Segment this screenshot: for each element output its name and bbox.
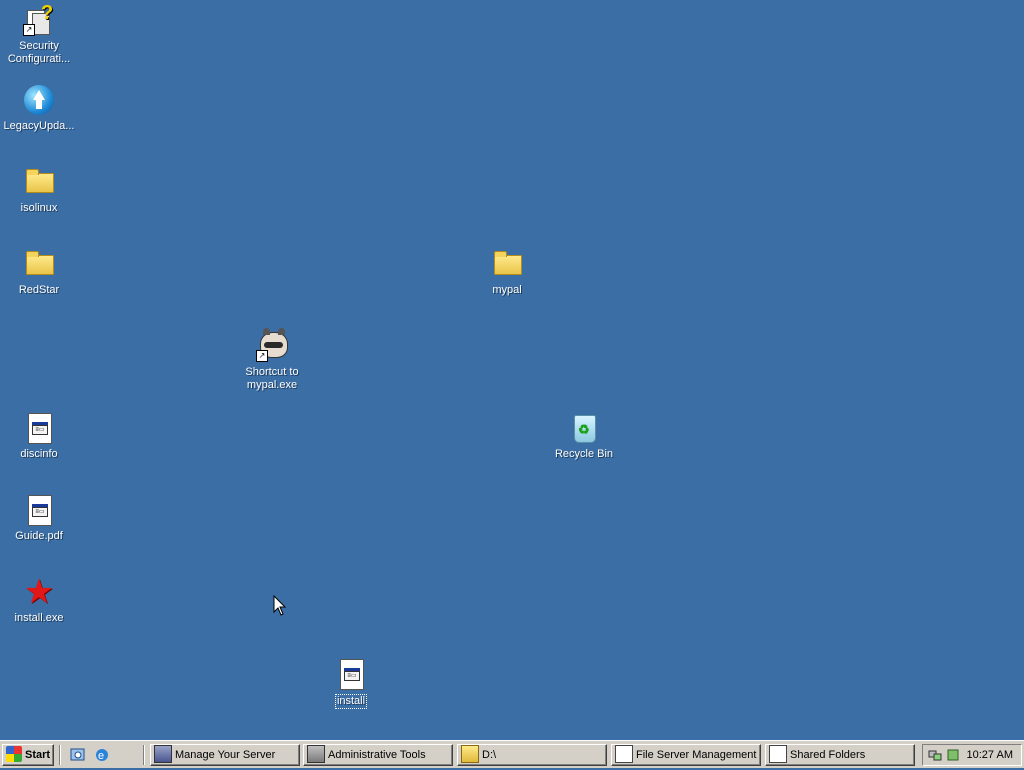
- taskbar-button-label: D:\: [482, 749, 497, 761]
- desktop-icon-label: install.exe: [14, 612, 64, 624]
- svg-text:e: e: [98, 750, 104, 762]
- folder-icon: [23, 248, 55, 280]
- desktop-icon-install-exe[interactable]: ★ install.exe: [1, 573, 77, 625]
- taskbar-button-label: Manage Your Server: [175, 749, 276, 761]
- system-tray: 10:27 AM: [922, 744, 1022, 766]
- document-icon: ≡▭: [335, 658, 367, 690]
- start-label: Start: [25, 749, 51, 761]
- desktop-icon-label: Guide.pdf: [15, 530, 63, 542]
- desktop-icon-label: isolinux: [20, 202, 58, 214]
- folder-icon: [461, 745, 479, 764]
- security-config-icon: ? ↗: [23, 2, 55, 36]
- taskbar-separator: [143, 745, 145, 765]
- raccoon-icon: ↗: [256, 328, 288, 362]
- server-icon: [154, 745, 172, 764]
- document-icon: ≡▭: [23, 494, 55, 526]
- desktop-icon-label: LegacyUpda...: [3, 120, 75, 132]
- taskbar-button-d-drive[interactable]: D:\: [457, 744, 607, 766]
- desktop-icon-label: RedStar: [18, 284, 60, 296]
- taskbar-button-label: File Server Management: [636, 749, 757, 761]
- desktop-icon-label: install: [334, 694, 368, 709]
- taskbar-button-manage-your-server[interactable]: Manage Your Server: [150, 744, 300, 766]
- desktop-icon-isolinux[interactable]: isolinux: [1, 166, 77, 215]
- desktop-icon-label: mypal: [492, 284, 522, 296]
- taskbar-separator: [59, 745, 61, 765]
- desktop-icon-install[interactable]: ≡▭ install: [313, 658, 389, 709]
- desktop-icon-label: Shortcut to mypal.exe: [245, 366, 299, 391]
- desktop-icon-redstar[interactable]: RedStar: [1, 248, 77, 297]
- desktop-icon-mypal-shortcut[interactable]: ↗ Shortcut to mypal.exe: [234, 328, 310, 392]
- shared-folders-icon: [769, 745, 787, 764]
- quicklaunch-desktop-icon[interactable]: [69, 746, 87, 764]
- globe-update-icon: [23, 84, 55, 116]
- star-icon: ★: [23, 573, 55, 611]
- security-tray-icon[interactable]: [945, 747, 961, 763]
- taskbar-button-administrative-tools[interactable]: Administrative Tools: [303, 744, 453, 766]
- folder-icon: [491, 248, 523, 280]
- recycle-bin-icon: ♻: [568, 412, 600, 444]
- taskbar-button-label: Administrative Tools: [328, 749, 426, 761]
- desktop-icon-legacy-update[interactable]: LegacyUpda...: [1, 84, 77, 133]
- desktop-icon-label: discinfo: [20, 448, 58, 460]
- desktop-icon-recycle-bin[interactable]: ♻ Recycle Bin: [546, 412, 622, 461]
- network-tray-icon[interactable]: [927, 747, 943, 763]
- desktop-icon-discinfo[interactable]: ≡▭ discinfo: [1, 412, 77, 461]
- taskbar-button-file-server-management[interactable]: File Server Management: [611, 744, 761, 766]
- windows-logo-icon: [6, 746, 22, 763]
- desktop[interactable]: ? ↗ Security Configurati... LegacyUpda..…: [0, 0, 1024, 740]
- quicklaunch-internet-explorer-icon[interactable]: e: [93, 746, 111, 764]
- clock[interactable]: 10:27 AM: [967, 745, 1013, 765]
- desktop-icon-mypal-folder[interactable]: mypal: [469, 248, 545, 297]
- document-icon: ≡▭: [23, 412, 55, 444]
- admin-tools-icon: [307, 745, 325, 764]
- taskbar-button-label: Shared Folders: [790, 749, 866, 761]
- file-server-icon: [615, 745, 633, 764]
- desktop-icon-label: Recycle Bin: [554, 448, 614, 460]
- taskbar-button-shared-folders[interactable]: Shared Folders: [765, 744, 915, 766]
- desktop-icon-guide-pdf[interactable]: ≡▭ Guide.pdf: [1, 494, 77, 543]
- folder-icon: [23, 166, 55, 198]
- taskbar: Start e Manage Your Server Administrativ…: [0, 740, 1024, 768]
- start-button[interactable]: Start: [2, 744, 54, 766]
- desktop-icon-security-configuration[interactable]: ? ↗ Security Configurati...: [1, 2, 77, 66]
- desktop-icon-label: Security Configurati...: [7, 40, 71, 65]
